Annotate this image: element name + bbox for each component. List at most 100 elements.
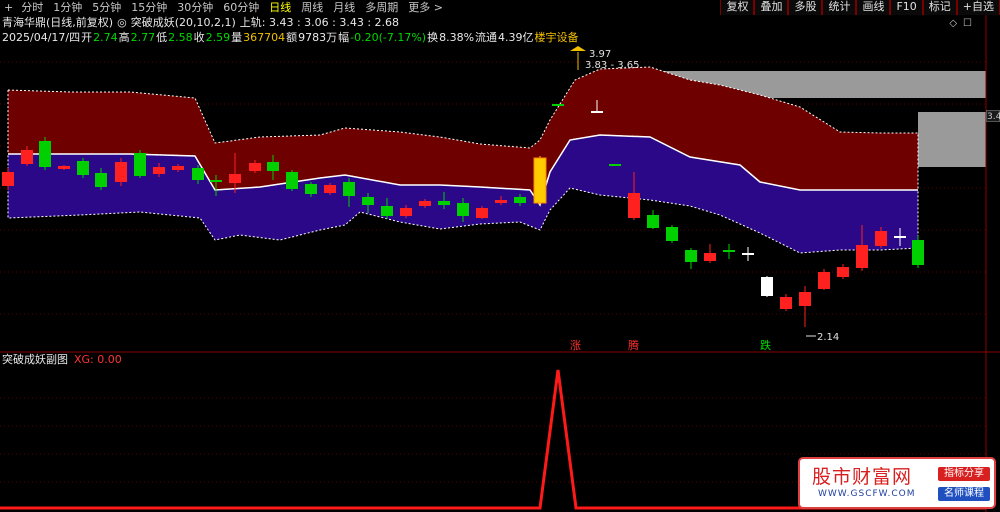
kline-chart[interactable]: 3.97 3.83 - 3.65 2.14 涨 腾 跌 (0, 15, 1000, 512)
candle-body (685, 250, 697, 262)
tab-period-more[interactable]: 更多 > (403, 0, 448, 15)
candle-body (628, 193, 640, 218)
low-marker: 2.14 (806, 332, 839, 343)
tab-period-daily[interactable]: 日线 (264, 0, 296, 15)
tab-period-weekly[interactable]: 周线 (296, 0, 328, 15)
high-marker-label: 3.97 (589, 49, 611, 60)
candle-body (77, 161, 89, 175)
current-price-tag: 3.4 (986, 110, 1000, 122)
candle-body (362, 197, 374, 205)
candle-body (39, 141, 51, 167)
tab-period-monthly[interactable]: 月线 (328, 0, 360, 15)
draw-line-button[interactable]: 画线 (856, 0, 891, 15)
candle (134, 150, 146, 178)
signal-label-fall: 跌 (760, 338, 771, 352)
candle (837, 264, 849, 279)
candle (742, 247, 754, 261)
expand-icon[interactable]: + (0, 0, 16, 15)
candle (780, 294, 792, 311)
tab-period-multi[interactable]: 多周期 (360, 0, 403, 15)
period-toolbar: + 分时 1分钟 5分钟 15分钟 30分钟 60分钟 日线 周线 月线 多周期… (0, 0, 1000, 15)
candle-body (2, 172, 14, 186)
candle-body (780, 297, 792, 309)
candle-body (95, 173, 107, 187)
candle (609, 164, 621, 166)
watermark-url: WWW.GSCFW.COM (818, 489, 916, 499)
candle (818, 269, 830, 290)
sub-indicator-value: XG: 0.00 (74, 353, 122, 366)
candle-body (761, 277, 773, 296)
candle (77, 158, 89, 178)
candle-body (837, 267, 849, 277)
overlay-button[interactable]: 叠加 (754, 0, 789, 15)
candle (552, 104, 564, 106)
candle (39, 137, 51, 170)
candle-body (912, 240, 924, 265)
candle-body (172, 166, 184, 170)
candle (286, 170, 298, 191)
low-marker-label: 2.14 (817, 332, 839, 343)
candle-body (457, 203, 469, 216)
f10-button[interactable]: F10 (890, 0, 923, 15)
candle (761, 276, 773, 297)
candle-body (742, 253, 754, 255)
candle-body (400, 208, 412, 216)
candle (704, 244, 716, 263)
candle (685, 248, 697, 269)
candle-body (115, 162, 127, 182)
function-buttons: 复权 叠加 多股 统计 画线 F10 标记 +自选 (720, 0, 1000, 15)
candle-body (229, 174, 241, 183)
candle (799, 286, 811, 327)
candle-body (210, 180, 222, 182)
candle-body (419, 201, 431, 206)
candle-body (533, 157, 547, 204)
candle-body (609, 164, 621, 166)
tab-period-60min[interactable]: 60分钟 (218, 0, 264, 15)
candle (647, 210, 659, 229)
candle-body (134, 153, 146, 176)
candle-body (495, 200, 507, 203)
candle-body (249, 163, 261, 171)
tab-period-intraday[interactable]: 分时 (16, 0, 48, 15)
candle (533, 156, 547, 205)
mark-button[interactable]: 标记 (922, 0, 957, 15)
tab-period-15min[interactable]: 15分钟 (126, 0, 172, 15)
sub-indicator-name[interactable]: 突破成妖副图 (2, 353, 68, 366)
tab-period-5min[interactable]: 5分钟 (87, 0, 126, 15)
candle-body (192, 168, 204, 180)
candle-body (58, 166, 70, 169)
candle-body (514, 197, 526, 203)
candle-body (799, 292, 811, 306)
candle-body (704, 253, 716, 261)
tab-period-30min[interactable]: 30分钟 (172, 0, 218, 15)
candle-body (856, 245, 868, 268)
candle (723, 244, 735, 259)
watermark-title: 股市财富网 (812, 466, 913, 488)
candle-body (723, 250, 735, 252)
watermark-logo: 股市财富网 WWW.GSCFW.COM 指标分享 名师课程 (798, 457, 996, 509)
candle-body (21, 150, 33, 164)
candle-body (324, 185, 336, 193)
candle-body (875, 231, 887, 246)
statistics-button[interactable]: 统计 (822, 0, 857, 15)
candle-body (666, 227, 678, 241)
watermark-tag-course: 名师课程 (938, 487, 990, 501)
candle-body (343, 182, 355, 196)
period-tabs: + 分时 1分钟 5分钟 15分钟 30分钟 60分钟 日线 周线 月线 多周期… (0, 0, 448, 15)
candle-body (438, 201, 450, 205)
adjust-button[interactable]: 复权 (720, 0, 755, 15)
signal-label-soar: 腾 (628, 338, 639, 352)
multi-stock-button[interactable]: 多股 (788, 0, 823, 15)
candle-body (267, 162, 279, 171)
candle (115, 158, 127, 186)
candle-body (894, 236, 906, 238)
candle (666, 225, 678, 243)
watermark-tag-share: 指标分享 (938, 467, 990, 481)
candle-body (153, 167, 165, 174)
tab-period-1min[interactable]: 1分钟 (48, 0, 87, 15)
sub-indicator-header: 突破成妖副图 XG: 0.00 (2, 353, 122, 366)
signal-label-rise: 涨 (570, 339, 581, 352)
candle-body (818, 272, 830, 289)
add-watchlist-button[interactable]: +自选 (956, 0, 1000, 15)
candle-body (286, 172, 298, 189)
